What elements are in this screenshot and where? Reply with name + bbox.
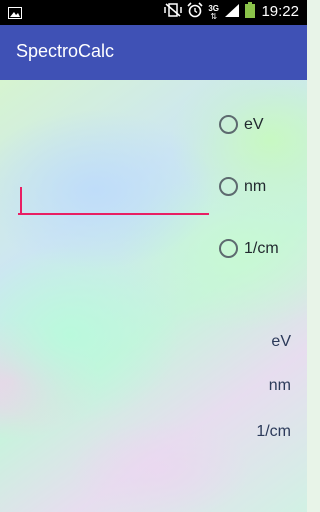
radio-option-1cm[interactable]: 1/cm — [219, 239, 279, 258]
signal-3g-icon: 3G ⇅ — [208, 3, 219, 21]
main-content: eV nm 1/cm eV nm 1/cm — [0, 80, 307, 512]
result-ev-label: eV — [271, 333, 291, 350]
radio-label: eV — [244, 115, 264, 133]
result-nm-label: nm — [268, 377, 291, 394]
radio-option-ev[interactable]: eV — [219, 115, 264, 134]
radio-label: 1/cm — [244, 239, 279, 257]
app-title: SpectroCalc — [16, 41, 115, 61]
status-icons: 3G ⇅ — [164, 2, 255, 23]
battery-icon — [245, 2, 255, 23]
signal-bars-icon — [224, 3, 240, 23]
radio-label: nm — [244, 177, 267, 195]
result-1cm-label: 1/cm — [256, 423, 291, 440]
app-bar: SpectroCalc — [0, 25, 307, 80]
value-input[interactable] — [18, 185, 209, 215]
vibrate-off-icon — [164, 3, 183, 22]
text-cursor — [20, 187, 22, 213]
radio-button[interactable] — [219, 239, 238, 258]
image-icon — [8, 6, 22, 19]
radio-button[interactable] — [219, 115, 238, 134]
input-underline — [18, 213, 209, 215]
radio-option-nm[interactable]: nm — [219, 177, 266, 196]
alarm-icon — [187, 2, 203, 23]
clock: 19:22 — [261, 3, 299, 20]
radio-button[interactable] — [219, 177, 238, 196]
status-bar: 3G ⇅ 19:22 — [0, 0, 307, 25]
